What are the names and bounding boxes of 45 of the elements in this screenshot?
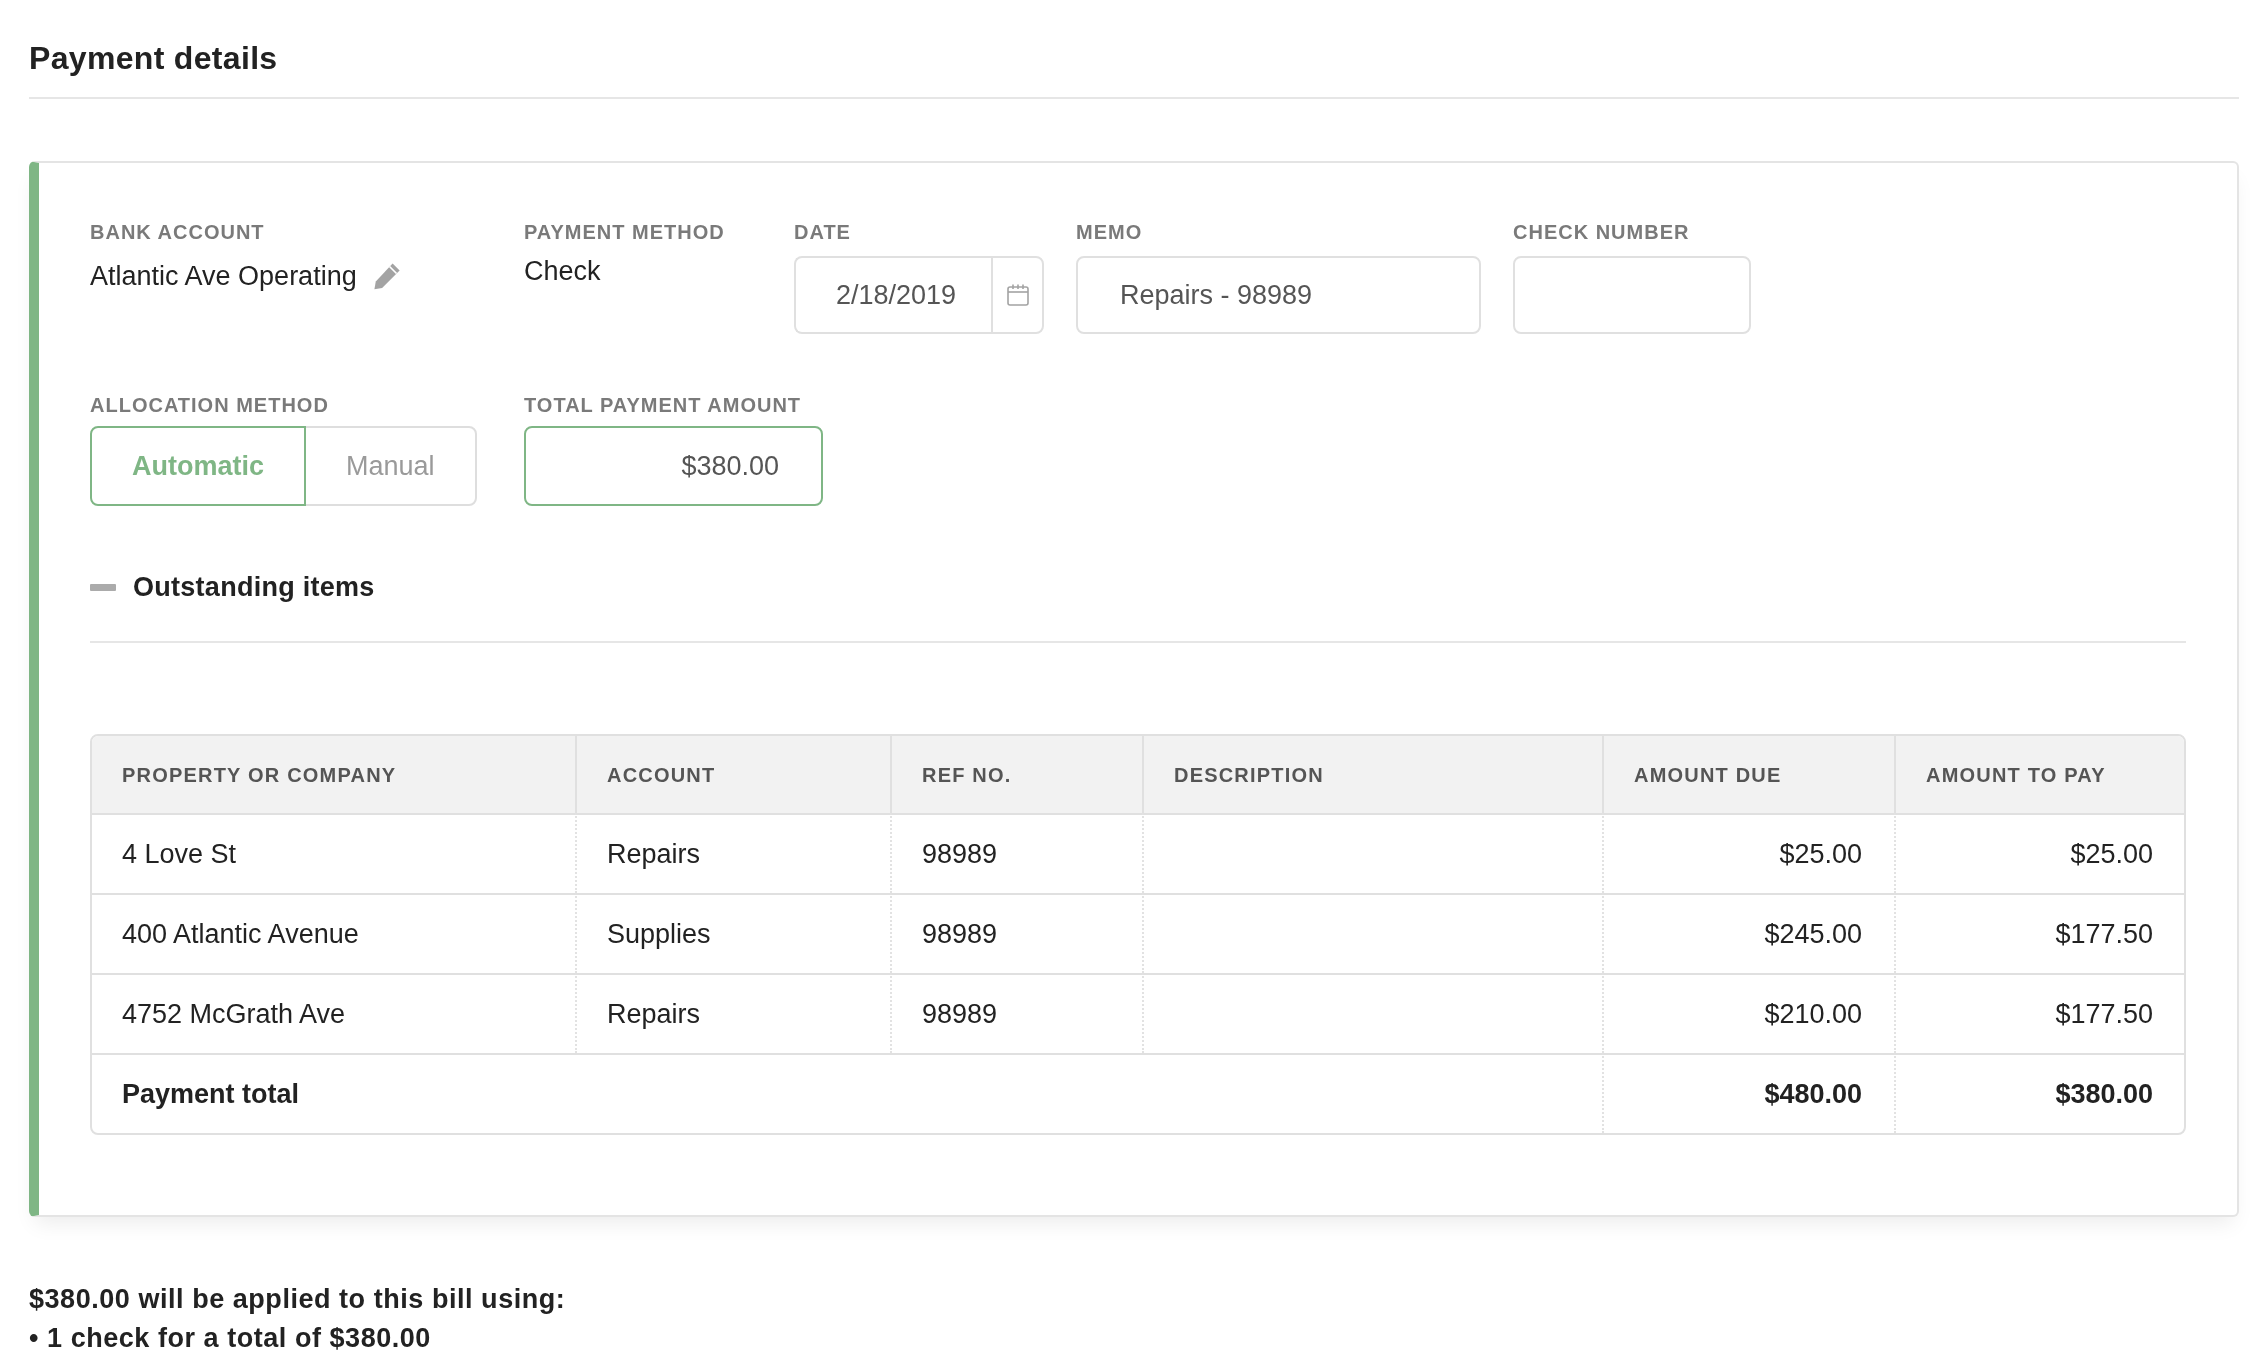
- field-label: MEMO: [1076, 220, 1144, 244]
- summary-item: • 1 check for a total of $380.00: [29, 1322, 432, 1355]
- table-cell: 400 Atlantic Avenue: [122, 918, 359, 949]
- column-header: AMOUNT DUE: [1602, 736, 1894, 813]
- table-cell: $25.00: [2070, 838, 2153, 869]
- table-cell: $245.00: [1764, 918, 1862, 949]
- table-cell: $177.50: [2055, 998, 2153, 1029]
- calendar-icon: [1006, 284, 1029, 306]
- field-label: ALLOCATION METHOD: [90, 393, 330, 417]
- calendar-button[interactable]: [991, 256, 1044, 334]
- field-label: BANK ACCOUNT: [90, 220, 266, 244]
- amount-field[interactable]: $380.00: [524, 426, 823, 506]
- total-amount: $380.00: [2055, 1078, 2153, 1109]
- column-header: AMOUNT TO PAY: [1894, 736, 2184, 813]
- table-cell: Repairs: [607, 838, 701, 869]
- field-label: TOTAL PAYMENT AMOUNT: [524, 393, 803, 417]
- date-field[interactable]: 2/18/2019: [794, 256, 991, 334]
- column-header: ACCOUNT: [575, 736, 890, 813]
- table-cell: 98989: [922, 838, 998, 869]
- field-value: Atlantic Ave Operating: [90, 260, 357, 293]
- minus-icon[interactable]: [90, 583, 116, 591]
- column-header: DESCRIPTION: [1142, 736, 1602, 813]
- field-label: DATE: [794, 220, 852, 244]
- table-cell: 4752 McGrath Ave: [122, 998, 346, 1029]
- table-cell: $177.50: [2055, 918, 2153, 949]
- table-cell: 98989: [922, 998, 998, 1029]
- column-header: PROPERTY OR COMPANY: [92, 736, 575, 813]
- table-cell: 98989: [922, 918, 998, 949]
- table-cell: Repairs: [607, 998, 701, 1029]
- summary-text: $380.00 will be applied to this bill using:: [29, 1283, 567, 1316]
- section-title: Outstanding items: [133, 571, 375, 604]
- field-label: PAYMENT METHOD: [524, 220, 726, 244]
- table-cell: Supplies: [607, 918, 711, 949]
- total-label: Payment total: [122, 1078, 300, 1109]
- column-header: REF NO.: [890, 736, 1142, 813]
- check-number-field[interactable]: [1513, 256, 1751, 334]
- field-value: Check: [524, 255, 602, 288]
- pencil-icon[interactable]: [372, 262, 401, 290]
- page-title: Payment details: [29, 39, 279, 78]
- table-cell: 4 Love St: [122, 838, 237, 869]
- memo-field[interactable]: Repairs - 98989: [1076, 256, 1481, 334]
- table-cell: $210.00: [1764, 998, 1862, 1029]
- total-amount: $480.00: [1764, 1078, 1862, 1109]
- field-label: CHECK NUMBER: [1513, 220, 1691, 244]
- table-cell: $25.00: [1779, 838, 1862, 869]
